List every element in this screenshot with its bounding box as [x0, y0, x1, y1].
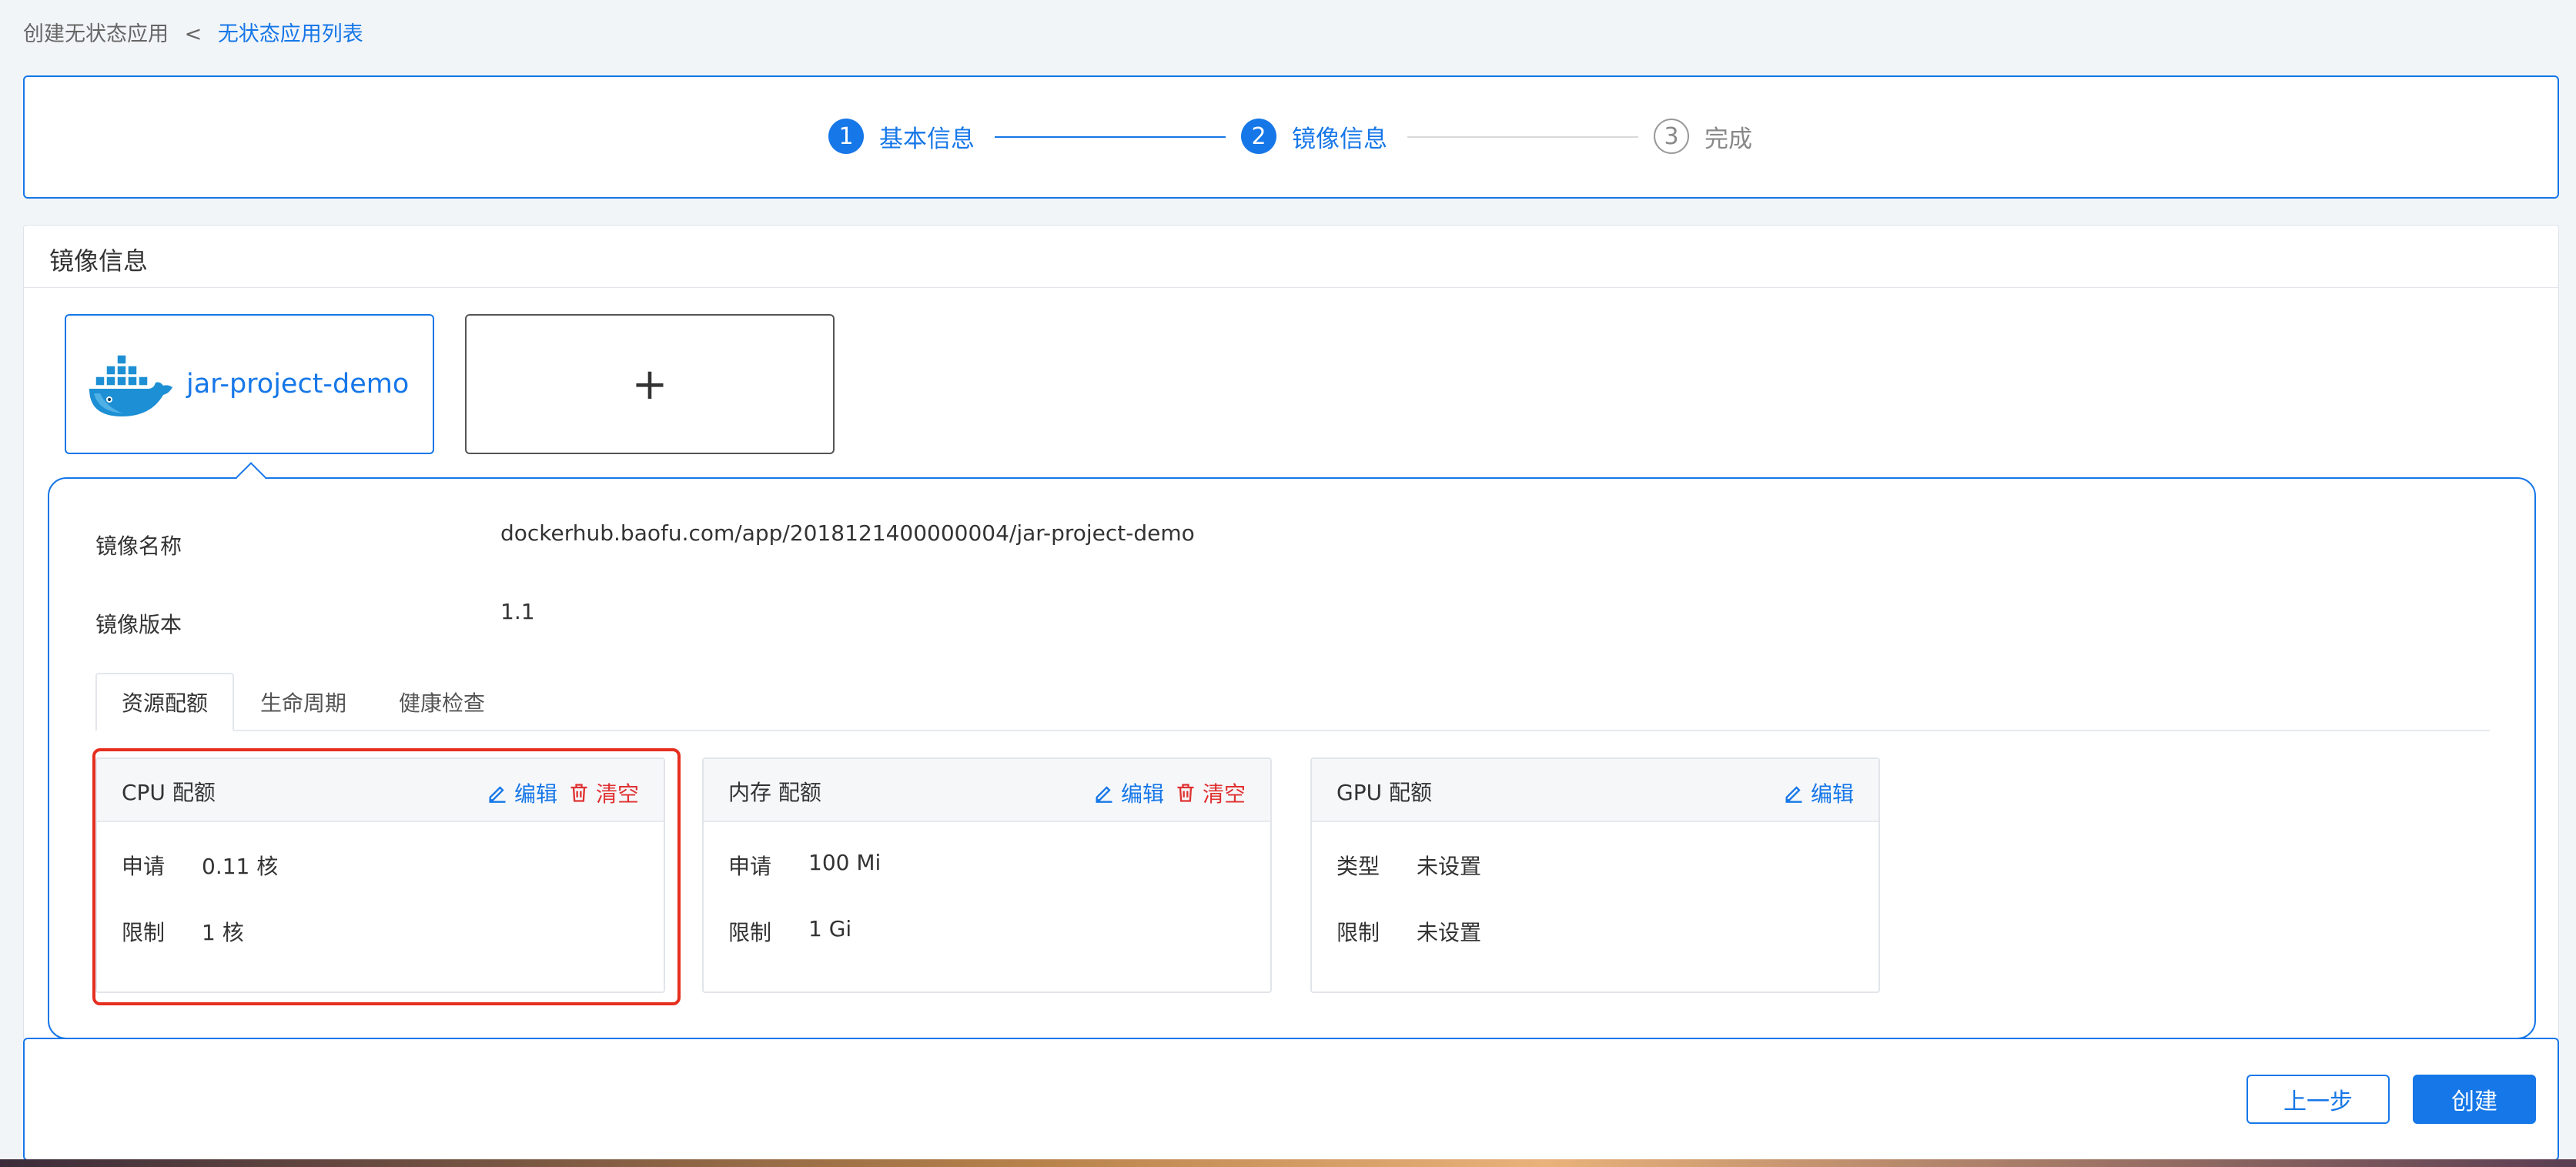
tab-health-check[interactable]: 健康检查 [382, 673, 502, 731]
type-value: 未设置 [1417, 854, 1482, 879]
step-number: 1 [828, 119, 864, 154]
tab-lifecycle[interactable]: 生命周期 [243, 673, 363, 731]
desktop-background-strip [0, 1159, 2576, 1167]
memory-edit-button[interactable]: 编辑 [1093, 777, 1164, 808]
tab-resource-quota[interactable]: 资源配额 [95, 673, 234, 731]
image-card-selected[interactable]: jar-project-demo [65, 314, 434, 454]
step-basic-info: 1 基本信息 [828, 119, 975, 154]
image-info-header [23, 225, 2559, 288]
request-label: 申请 [728, 854, 772, 879]
add-image-button[interactable]: + [465, 314, 835, 454]
edit-icon [1785, 786, 1802, 803]
gpu-quota-card: GPU 配额 编辑 类型 未设置 限制 未设置 [1310, 757, 1880, 993]
edit-label: 编辑 [1120, 781, 1164, 807]
type-label: 类型 [1337, 854, 1380, 879]
memory-limit-row: 限制 1 Gi [728, 916, 851, 947]
gpu-type-row: 类型 未设置 [1337, 850, 1481, 881]
step-label: 基本信息 [879, 125, 975, 153]
memory-request-row: 申请 100 Mi [728, 850, 881, 881]
footer-bar [23, 1038, 2559, 1161]
breadcrumb: 创建无状态应用 < 无状态应用列表 [23, 17, 363, 47]
step-image-info: 2 镜像信息 [1241, 119, 1387, 154]
plus-icon: + [631, 359, 668, 410]
image-card-name: jar-project-demo [186, 369, 410, 400]
section-title: 镜像信息 [49, 246, 149, 276]
limit-value: 1 Gi [808, 916, 852, 941]
step-label: 镜像信息 [1292, 125, 1387, 153]
step-connector [1407, 136, 1638, 138]
step-connector [995, 136, 1226, 138]
previous-step-button[interactable]: 上一步 [2246, 1075, 2390, 1124]
step-number: 3 [1654, 119, 1689, 154]
image-name-value: dockerhub.baofu.com/app/2018121400000004… [500, 520, 1195, 546]
limit-label: 限制 [1337, 920, 1380, 945]
edit-label: 编辑 [1810, 781, 1854, 807]
breadcrumb-link-list[interactable]: 无状态应用列表 [218, 22, 363, 46]
limit-value: 未设置 [1417, 920, 1482, 945]
step-label: 完成 [1705, 125, 1752, 153]
breadcrumb-separator: < [184, 22, 202, 46]
clear-label: 清空 [1202, 781, 1246, 807]
create-button[interactable]: 创建 [2413, 1075, 2536, 1124]
gpu-limit-row: 限制 未设置 [1337, 916, 1481, 947]
limit-label: 限制 [728, 920, 772, 945]
memory-clear-button[interactable]: 清空 [1175, 777, 1246, 808]
memory-quota-title: 内存 配额 [728, 780, 821, 805]
image-version-value: 1.1 [500, 599, 535, 624]
memory-quota-card: 内存 配额 编辑 清空 申请 100 Mi 限制 1 Gi [702, 757, 1272, 993]
trash-icon [1177, 784, 1194, 802]
gpu-edit-button[interactable]: 编辑 [1783, 777, 1854, 808]
image-version-label: 镜像版本 [95, 612, 182, 637]
image-name-label: 镜像名称 [95, 533, 182, 559]
edit-icon [1096, 786, 1112, 803]
request-value: 100 Mi [808, 850, 882, 875]
gpu-quota-title: GPU 配额 [1337, 780, 1432, 805]
step-number: 2 [1241, 119, 1276, 154]
step-complete: 3 完成 [1654, 119, 1752, 154]
breadcrumb-current: 创建无状态应用 [23, 22, 169, 46]
docker-whale-icon [89, 354, 172, 416]
cpu-highlight-box [92, 748, 681, 1005]
